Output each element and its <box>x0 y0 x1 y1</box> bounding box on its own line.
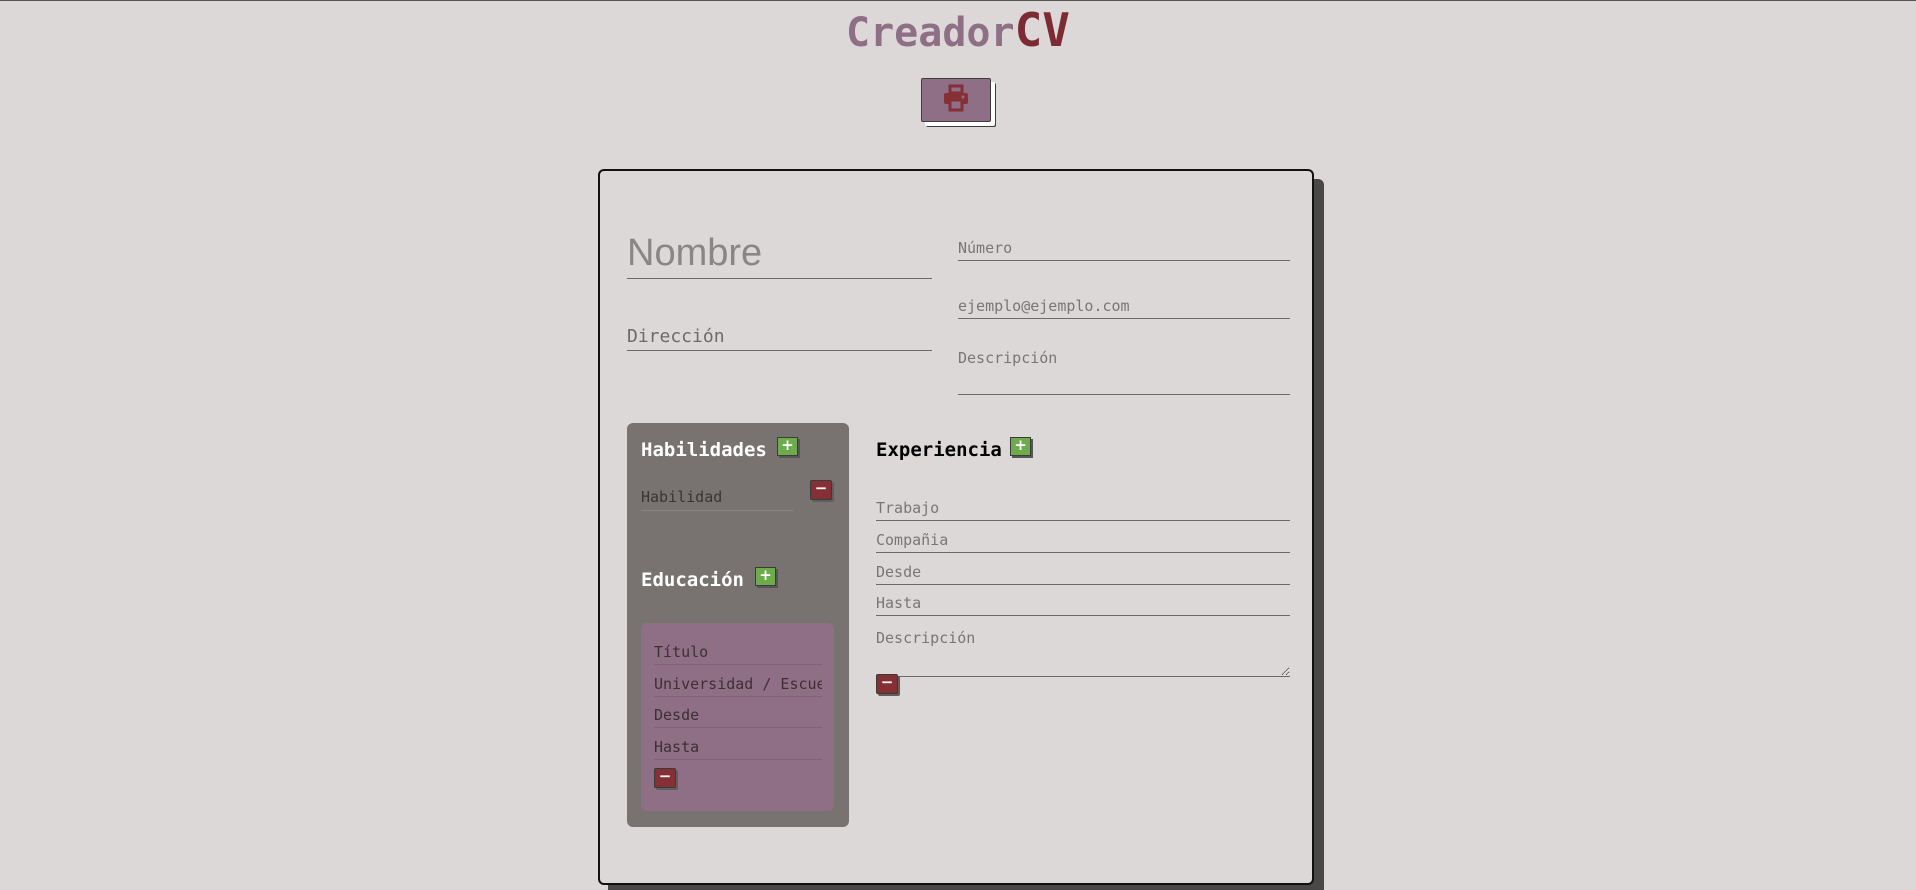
description-input[interactable] <box>958 349 1290 395</box>
app-title-part1: Creador <box>846 10 1015 56</box>
cv-card: Habilidades + − Educación + − Experienci… <box>598 169 1314 885</box>
education-title: Educación <box>641 569 744 591</box>
education-entry: − <box>641 623 834 811</box>
printer-icon <box>942 84 970 116</box>
school-input[interactable] <box>654 671 822 697</box>
app-title-part2: CV <box>1014 3 1070 57</box>
company-input[interactable] <box>876 527 1290 553</box>
address-input[interactable] <box>627 323 932 351</box>
add-experience-button[interactable]: + <box>1010 437 1031 456</box>
skills-title: Habilidades <box>641 439 767 461</box>
remove-experience-button[interactable]: − <box>876 674 898 694</box>
add-skill-button[interactable]: + <box>777 437 798 456</box>
remove-education-button[interactable]: − <box>654 768 676 788</box>
experience-description-input[interactable] <box>876 625 1290 677</box>
print-button[interactable] <box>921 78 991 122</box>
skill-input[interactable] <box>641 483 793 511</box>
name-input[interactable] <box>627 229 932 279</box>
degree-input[interactable] <box>654 639 822 665</box>
sidebar-panel: Habilidades + − Educación + − <box>627 423 849 827</box>
email-input[interactable] <box>958 293 1290 319</box>
experience-to-input[interactable] <box>876 590 1290 616</box>
experience-from-input[interactable] <box>876 559 1290 585</box>
phone-input[interactable] <box>958 235 1290 261</box>
job-input[interactable] <box>876 495 1290 521</box>
app-title: CreadorCV <box>0 3 1916 57</box>
add-education-button[interactable]: + <box>755 567 776 586</box>
education-to-input[interactable] <box>654 734 822 760</box>
remove-skill-button[interactable]: − <box>810 480 832 500</box>
experience-title: Experiencia <box>876 439 1002 461</box>
education-from-input[interactable] <box>654 702 822 728</box>
